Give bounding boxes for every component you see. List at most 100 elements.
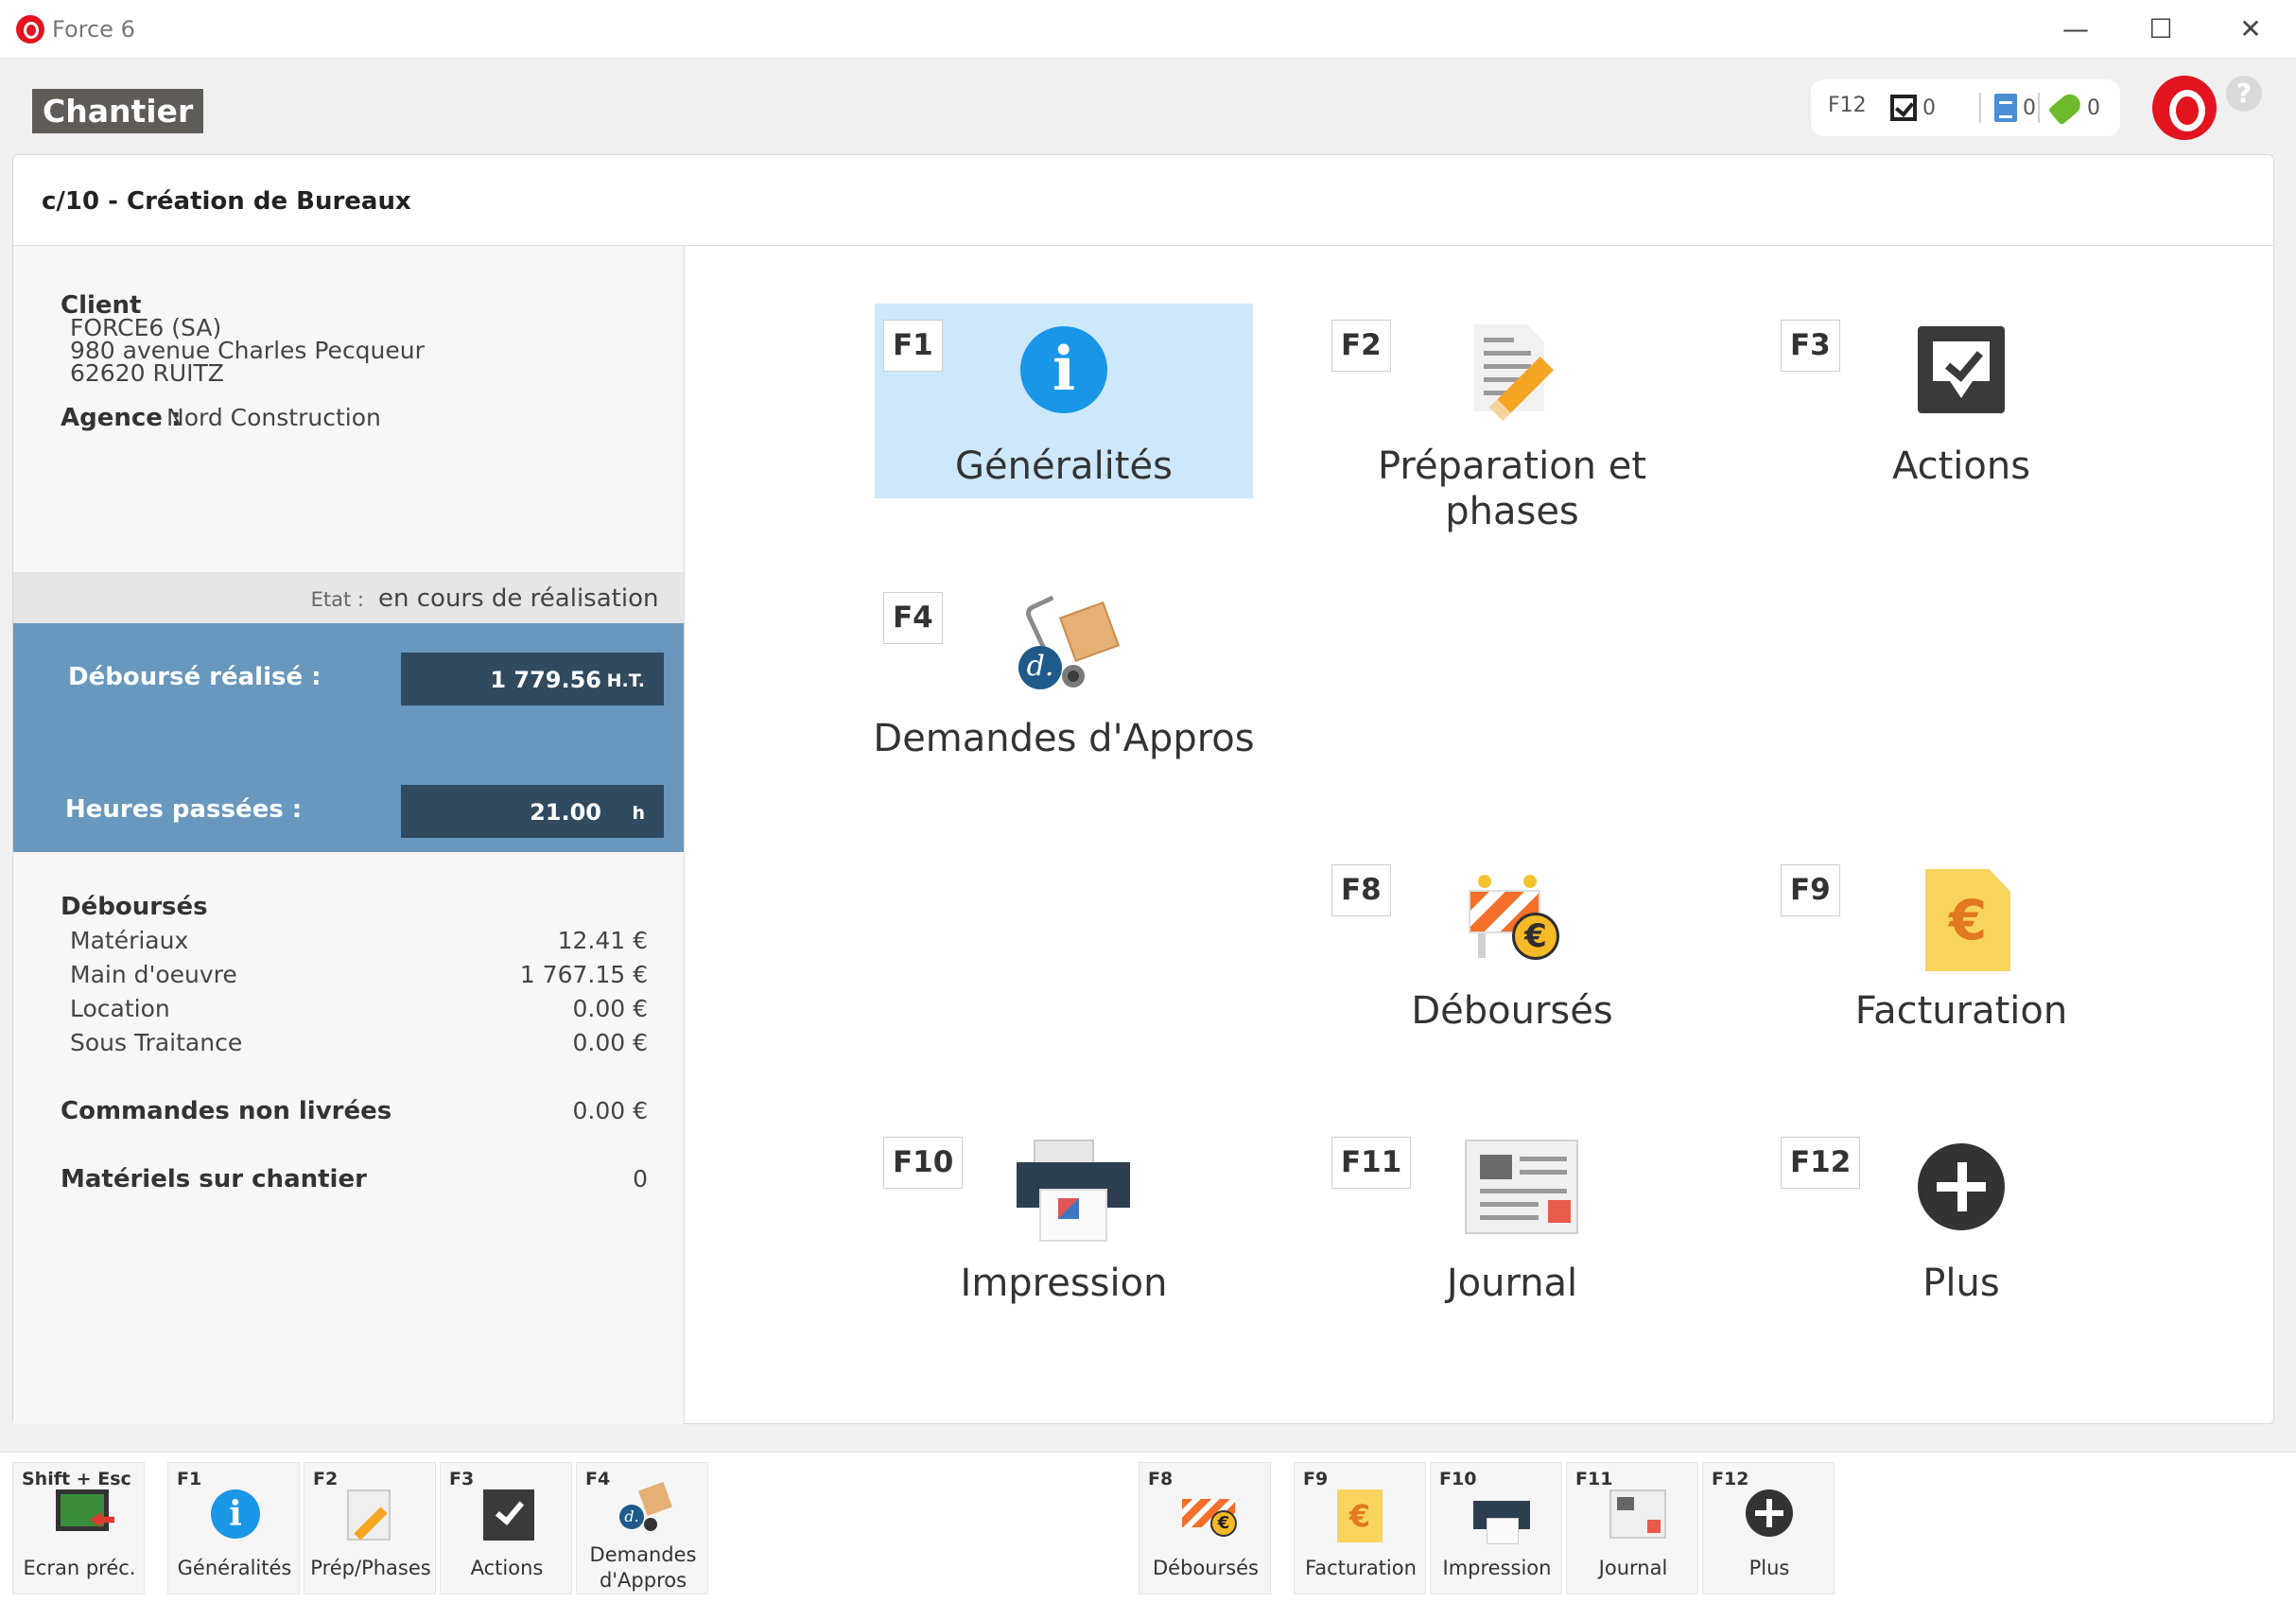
shortcut-key: F8 xyxy=(1331,864,1391,916)
shortcut-key: F3 xyxy=(1781,320,1840,372)
tasks-count: 0 xyxy=(1922,96,1936,120)
tile-label: Demandes d'Appros xyxy=(873,717,1255,760)
tile-label: Impression xyxy=(960,1262,1168,1305)
debourse-realise-value: 1 779.56 xyxy=(490,667,601,693)
status-shortcut-key: F12 xyxy=(1828,94,1867,117)
shortcut-key: F4 xyxy=(585,1469,611,1489)
toolbar-actions-button[interactable]: F3 Actions xyxy=(440,1462,572,1594)
row-label: Matériaux xyxy=(70,927,189,954)
force6-logo-icon xyxy=(16,15,44,44)
maximize-button[interactable]: ☐ xyxy=(2128,8,2194,51)
tile-impression[interactable]: F10 Impression xyxy=(875,1121,1253,1315)
toolbar-label: Impression xyxy=(1442,1557,1552,1579)
toolbar-back-button[interactable]: Shift + Esc Ecran préc. xyxy=(12,1462,145,1594)
tile-debourses[interactable]: F8 € Déboursés xyxy=(1323,848,1701,1043)
tile-label: Plus xyxy=(1922,1262,2000,1305)
barrier-euro-icon: € xyxy=(1465,867,1559,962)
toolbar-label: Plus xyxy=(1748,1557,1790,1579)
divider xyxy=(1979,93,1981,123)
shortcut-key: F1 xyxy=(177,1469,202,1489)
toolbar-label: Journal xyxy=(1598,1557,1668,1579)
tag-icon xyxy=(2047,90,2085,126)
shortcut-key: F3 xyxy=(449,1469,475,1489)
tile-actions[interactable]: F3 Actions xyxy=(1772,304,2150,498)
brand-logo-icon xyxy=(2152,76,2217,140)
row-value: 12.41 € xyxy=(557,927,648,954)
toolbar-plus-button[interactable]: F12 Plus xyxy=(1702,1462,1835,1594)
document-icon xyxy=(1994,94,2017,122)
tile-facturation[interactable]: F9 € Facturation xyxy=(1772,848,2150,1043)
printer-icon xyxy=(1473,1489,1530,1544)
window-title-bar: Force 6 — ☐ ✕ xyxy=(0,0,2296,59)
help-icon[interactable]: ? xyxy=(2226,76,2262,112)
close-button[interactable]: ✕ xyxy=(2218,8,2284,51)
tile-label: Déboursés xyxy=(1411,989,1613,1033)
tile-label: Facturation xyxy=(1854,989,2068,1033)
row-label: Sous Traitance xyxy=(70,1029,243,1056)
tile-demandes-appros[interactable]: F4 d. Demandes d'Appros xyxy=(873,576,1255,771)
etat-value: en cours de réalisation xyxy=(378,584,659,613)
debourse-realise-label: Déboursé réalisé : xyxy=(68,663,322,691)
toolbar-impression-button[interactable]: F10 Impression xyxy=(1430,1462,1562,1594)
shortcut-key: F9 xyxy=(1303,1469,1329,1489)
tile-journal[interactable]: F11 Journal xyxy=(1323,1121,1701,1315)
heures-box: 21.00 h xyxy=(401,785,664,838)
shortcut-key: F12 xyxy=(1781,1137,1861,1189)
info-icon: i xyxy=(211,1489,264,1542)
info-icon: i xyxy=(1017,322,1111,417)
chantier-title: c/10 - Création de Bureaux xyxy=(42,187,411,216)
tile-generalites[interactable]: F1 i Généralités xyxy=(875,304,1253,498)
heures-value: 21.00 xyxy=(530,799,601,826)
shortcut-key: F1 xyxy=(883,320,943,372)
plus-icon xyxy=(1746,1489,1799,1542)
divider xyxy=(2038,93,2040,123)
realised-summary: Déboursé réalisé : 1 779.56 H.T. Heures … xyxy=(13,623,684,852)
client-address-line2: 62620 RUITZ xyxy=(70,359,224,387)
row-label: Location xyxy=(70,995,170,1022)
shortcut-key: F2 xyxy=(1331,320,1391,372)
tags-indicator[interactable]: 0 xyxy=(2047,90,2100,126)
status-indicators: F12 0 0 0 xyxy=(1811,79,2120,136)
shortcut-key: F11 xyxy=(1331,1137,1412,1189)
shortcut-key: F8 xyxy=(1148,1469,1174,1489)
newspaper-icon xyxy=(1465,1140,1578,1234)
toolbar-debourses-button[interactable]: F8 € Déboursés xyxy=(1139,1462,1271,1594)
etat-label: Etat : xyxy=(310,588,364,611)
invoice-euro-icon: € xyxy=(1337,1489,1390,1542)
toolbar-label: Demandes d'Appros xyxy=(589,1543,697,1592)
row-value: 0.00 € xyxy=(572,995,648,1022)
tile-preparation-phases[interactable]: F2 Préparation et phases xyxy=(1323,304,1701,533)
bottom-toolbar: Shift + Esc Ecran préc. F1 i Généralités… xyxy=(0,1452,2296,1602)
summary-panel: Client FORCE6 (SA) 980 avenue Charles Pe… xyxy=(13,246,685,1424)
shortcut-key: F11 xyxy=(1575,1469,1613,1489)
toolbar-label: Ecran préc. xyxy=(23,1557,136,1579)
documents-indicator[interactable]: 0 xyxy=(1994,91,2036,125)
toolbar-generalites-button[interactable]: F1 i Généralités xyxy=(167,1462,300,1594)
shortcut-key: F12 xyxy=(1712,1469,1749,1489)
tile-plus[interactable]: F12 Plus xyxy=(1772,1121,2150,1315)
minimize-button[interactable]: — xyxy=(2043,8,2109,51)
shortcut-key: F10 xyxy=(1439,1469,1477,1489)
main-card: c/10 - Création de Bureaux Client FORCE6… xyxy=(12,154,2274,1424)
heures-unit: h xyxy=(632,803,645,824)
documents-count: 0 xyxy=(2023,96,2036,120)
document-pencil-icon xyxy=(1465,322,1559,421)
checkbox-icon xyxy=(1914,322,2009,417)
shortcut-key: Shift + Esc xyxy=(22,1469,131,1489)
row-label: Main d'oeuvre xyxy=(70,961,237,988)
debourses-title: Déboursés xyxy=(61,893,208,921)
toolbar-label: Actions xyxy=(470,1557,544,1579)
agence-value: Nord Construction xyxy=(166,404,381,431)
tasks-indicator[interactable]: 0 xyxy=(1890,91,1936,125)
toolbar-facturation-button[interactable]: F9 € Facturation xyxy=(1294,1462,1426,1594)
newspaper-icon xyxy=(1609,1489,1666,1542)
tile-label: Actions xyxy=(1891,444,2031,488)
toolbar-journal-button[interactable]: F11 Journal xyxy=(1566,1462,1698,1594)
toolbar-prep-phases-button[interactable]: F2 Prép/Phases xyxy=(304,1462,436,1594)
shortcut-key: F2 xyxy=(313,1469,339,1489)
materiels-value: 0 xyxy=(633,1165,648,1193)
printer-icon xyxy=(1017,1140,1130,1242)
row-value: 1 767.15 € xyxy=(519,961,648,988)
toolbar-appros-button[interactable]: F4 d. Demandes d'Appros xyxy=(576,1462,708,1594)
tile-label: Préparation et phases xyxy=(1377,444,1647,533)
